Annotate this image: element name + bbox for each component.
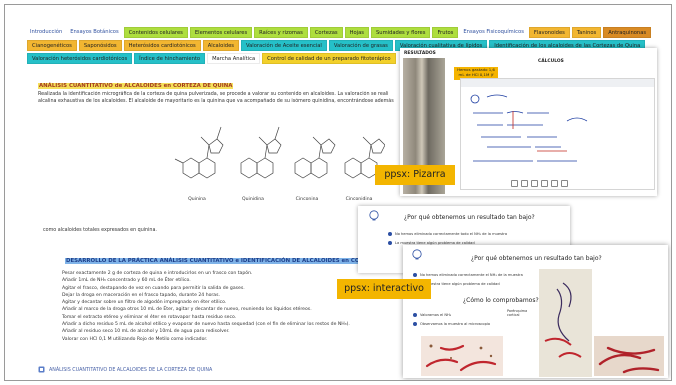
head-lightbulb-icon	[412, 249, 422, 260]
slide-interactivo-front: ¿Por qué obtenemos un resultado tan bajo…	[403, 245, 668, 378]
whiteboard	[460, 78, 655, 190]
micro-caption: Parénquima cortical	[507, 309, 528, 317]
tab-row1-7[interactable]: Sumidades y flores	[370, 27, 431, 38]
back-question: ¿Por qué obtenemos un resultado tan bajo…	[404, 214, 535, 221]
molecule-label-cinconina: Cinconina	[295, 197, 319, 202]
micrograph-3	[594, 336, 664, 376]
tab-row2-0[interactable]: Cianogenéticos	[27, 40, 77, 51]
front-option-1[interactable]: No hemos eliminado correctamente el NH₃ …	[413, 273, 523, 277]
tab-row1-11[interactable]: Taninos	[571, 27, 602, 38]
procedure-step: Pesar exactamente 2 g de corteza de quin…	[62, 271, 253, 276]
ppt-file-icon	[38, 366, 45, 373]
tab-row1-8[interactable]: Frutos	[432, 27, 459, 38]
molecule-label-quinidina: Quinidina	[242, 197, 264, 202]
quinidina-structure	[240, 126, 282, 179]
back-option-1[interactable]: No hemos eliminado correctamente todo el…	[388, 232, 507, 236]
sub-question: ¿Cómo lo comprobamos?	[463, 297, 539, 304]
head-lightbulb-icon	[369, 210, 379, 221]
tab-row1-6[interactable]: Hojas	[344, 27, 369, 38]
procedure-step: Agitar y decantar sobre un filtro de alg…	[62, 300, 227, 306]
cinconina-structure	[294, 136, 336, 179]
alkaloid-structures	[174, 126, 385, 179]
procedure-step: Añadir a dicho residuo 5 mL de alcohol e…	[62, 322, 350, 328]
pizarra-label: ppsx: Pizarra	[375, 165, 455, 185]
alkaloids-total-text: como alcaloides totales expresados en qu…	[43, 228, 157, 233]
option-bullet-icon	[388, 232, 392, 236]
tab-row-3: Valoración heterósidos cardiotónicos Índi…	[27, 53, 418, 64]
tab-row1-2[interactable]: Contenidos celulares	[123, 27, 188, 38]
resultados-heading: RESULTADOS	[404, 51, 436, 56]
tab-row1-4[interactable]: Raíces y rizomas	[254, 27, 308, 38]
footer-link[interactable]: ANÁLISIS CUANTITATIVO DE ALCALOIDES DE L…	[49, 368, 212, 373]
option-bullet-icon	[413, 273, 417, 277]
tab-row1-3[interactable]: Elementos celulares	[189, 27, 253, 38]
option-bullet-icon	[388, 241, 392, 245]
tab-row1-10[interactable]: Flavonoides	[528, 27, 570, 38]
procedure-step: Tomar el extracto etéreo y eliminar el é…	[62, 314, 237, 320]
front-question: ¿Por qué obtenemos un resultado tan bajo…	[471, 255, 602, 262]
tab-row3-2[interactable]: Marcha Analítica	[207, 53, 261, 64]
section-title-text: ANÁLISIS CUANTITATIVO de ALCALOIDES en C…	[39, 83, 233, 89]
procedure-step: Valorar con HCl 0,1 M utilizando Rojo de…	[62, 336, 208, 342]
molecule-label-cinconidina: Cinconidina	[345, 197, 373, 202]
tab-row2-3[interactable]: Alcaloides	[202, 40, 239, 51]
tab-row3-0[interactable]: Valoración heterósidos cardiotónicos	[27, 53, 133, 64]
tab-row2-5[interactable]: Valoración de grasas	[328, 40, 393, 51]
quinina-structure	[174, 126, 224, 179]
molecule-label-quinina: Quinina	[188, 197, 206, 202]
section-title: ANÁLISIS CUANTITATIVO de ALCALOIDES en C…	[38, 83, 234, 89]
tab-row2-1[interactable]: Saponósidos	[78, 40, 122, 51]
tab-row3-3[interactable]: Control de calidad de un preparado fitot…	[262, 53, 396, 64]
intro-line-2: alcalina exhaustiva de los alcaloides. E…	[38, 99, 394, 104]
pen-tools[interactable]	[511, 180, 601, 187]
interactivo-label: ppsx: interactivo	[337, 279, 431, 299]
tab-row1-1[interactable]: Ensayos Botánicos	[67, 27, 121, 38]
calculos-heading: CÁLCULOS	[538, 59, 564, 64]
intro-line-1: Realizada la identificación micrográfica…	[38, 92, 389, 97]
tab-row1-5[interactable]: Cortezas	[309, 27, 343, 38]
tab-row2-4[interactable]: Valoración de Aceite esencial	[240, 40, 327, 51]
tab-row2-2[interactable]: Heterósidos cardiotónicos	[123, 40, 201, 51]
tab-row3-1[interactable]: Índice de hinchamiento	[134, 53, 206, 64]
handwriting	[470, 94, 588, 162]
procedure-step: Añadir al residuo seco 10 mL de alcohol …	[62, 329, 230, 335]
procedure-step: Añadir al marco de la droga otros 10 mL …	[62, 307, 312, 313]
option-bullet-icon	[413, 313, 417, 317]
micrograph-2	[539, 269, 592, 377]
micrograph-1	[421, 336, 503, 376]
tab-row-1: Introducción Ensayos Botánicos Contenidos …	[27, 27, 652, 38]
option-bullet-icon	[413, 322, 417, 326]
tab-row1-0[interactable]: Introducción	[27, 27, 65, 38]
tab-row1-9[interactable]: Ensayos Fisicoquímicos	[460, 27, 527, 38]
tab-row1-12[interactable]: Antraquinonas	[603, 27, 652, 38]
check-option-2[interactable]: Observamos la muestra al microscopio	[413, 322, 490, 326]
page-frame: Introducción Ensayos Botánicos Contenidos …	[4, 4, 672, 381]
whiteboard-toolbar	[461, 79, 654, 87]
check-option-1[interactable]: Valoramos el NH₃	[413, 313, 451, 317]
